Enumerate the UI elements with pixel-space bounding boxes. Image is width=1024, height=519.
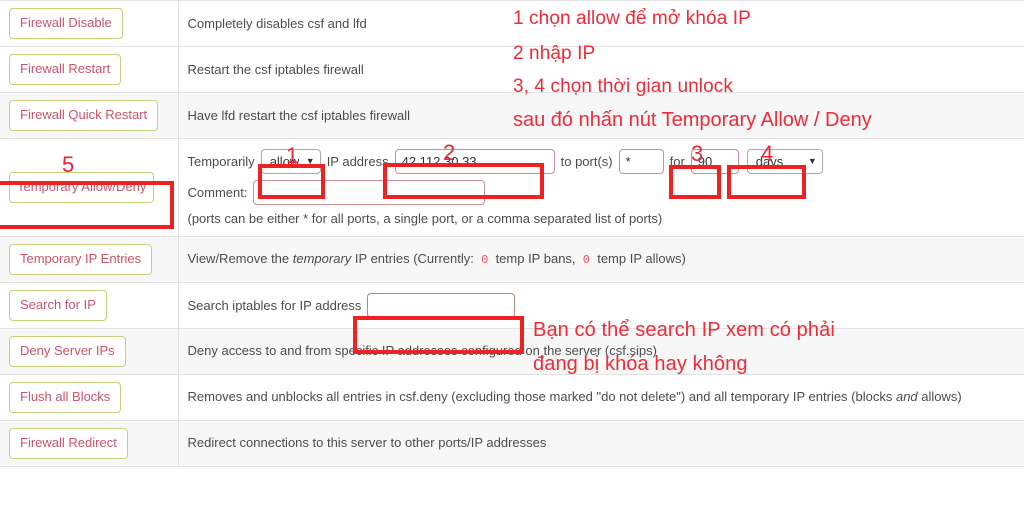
flush-all-blocks-description: Removes and unblocks all entries in csf.… (188, 388, 1015, 406)
search-ip-input[interactable] (367, 292, 516, 318)
firewall-quick-restart-button[interactable]: Firewall Quick Restart (9, 99, 159, 131)
description-cell: Restart the csf iptables firewall (178, 45, 1024, 93)
temp-ip-allows-label: temp IP allows) (597, 251, 686, 267)
firewall-disable-description: Completely disables csf and lfd (187, 15, 367, 31)
description-cell: Removes and unblocks all entries in csf.… (178, 373, 1024, 421)
description-cell: View/Remove the temporary IP entries (Cu… (178, 235, 1024, 283)
button-cell: Firewall Quick Restart (0, 91, 179, 139)
temp-entries-italic: temporary (292, 251, 352, 267)
description-cell: Search iptables for IP address (178, 281, 1024, 329)
button-cell: Temporary IP Entries (0, 235, 179, 283)
temporarily-label: Temporarily (187, 153, 255, 169)
temporary-ip-entries-description: View/Remove the temporary IP entries (Cu… (188, 250, 1015, 268)
description-cell: Deny access to and from specific IP addr… (178, 327, 1024, 375)
comment-input[interactable] (253, 179, 486, 205)
firewall-redirect-button[interactable]: Firewall Redirect (9, 427, 128, 459)
table-row: Firewall Restart Restart the csf iptable… (0, 45, 1024, 93)
button-cell: Firewall Redirect (0, 419, 179, 467)
to-ports-label: to port(s) (560, 153, 613, 169)
for-label: for (669, 153, 685, 169)
temp-ip-allows-count: 0 (582, 253, 590, 268)
flush-all-blocks-button[interactable]: Flush all Blocks (9, 381, 122, 413)
deny-server-ips-description: Deny access to and from specific IP addr… (187, 343, 657, 359)
table-row-temporary-allow-deny: Temporary Allow/Deny Temporarily allow ▼… (0, 137, 1024, 237)
description-cell: Redirect connections to this server to o… (178, 419, 1024, 467)
deny-server-ips-button[interactable]: Deny Server IPs (9, 335, 126, 367)
firewall-restart-description: Restart the csf iptables firewall (187, 61, 364, 77)
button-cell: Search for IP (0, 281, 179, 329)
button-cell: Temporary Allow/Deny (0, 137, 179, 237)
csf-actions-table: Firewall Disable Completely disables csf… (0, 0, 1024, 467)
temp-entries-mid: IP entries (Currently: (351, 251, 474, 267)
table-row: Firewall Redirect Redirect connections t… (0, 419, 1024, 467)
firewall-redirect-description: Redirect connections to this server to o… (187, 435, 547, 451)
duration-input[interactable] (690, 148, 739, 174)
button-cell: Flush all Blocks (0, 373, 179, 421)
ip-address-input[interactable] (394, 148, 555, 174)
table-row: Flush all Blocks Removes and unblocks al… (0, 373, 1024, 421)
flush-italic: and (895, 389, 918, 405)
temp-allow-main-line: Temporarily allow ▼ IP address to port(s… (187, 148, 1015, 174)
action-select-value: allow (269, 153, 300, 169)
description-cell: Completely disables csf and lfd (178, 0, 1024, 47)
temporary-allow-deny-form: Temporarily allow ▼ IP address to port(s… (178, 137, 1024, 237)
flush-part2: allows) (917, 389, 962, 405)
search-ip-line: Search iptables for IP address (187, 292, 1015, 318)
temporary-allow-deny-button[interactable]: Temporary Allow/Deny (9, 171, 155, 203)
temp-ip-bans-label: temp IP bans, (495, 251, 576, 267)
comment-line: Comment: (187, 179, 1015, 205)
duration-unit-value: days (755, 153, 784, 169)
table-row: Temporary IP Entries View/Remove the tem… (0, 235, 1024, 283)
chevron-down-icon: ▼ (305, 155, 315, 166)
description-cell: Have lfd restart the csf iptables firewa… (178, 91, 1024, 139)
temporary-ip-entries-button[interactable]: Temporary IP Entries (9, 243, 153, 275)
flush-part1: Removes and unblocks all entries in csf.… (187, 389, 896, 405)
button-cell: Deny Server IPs (0, 327, 179, 375)
temp-ip-bans-count: 0 (481, 253, 489, 268)
ports-input[interactable] (618, 148, 664, 174)
comment-label: Comment: (187, 184, 248, 200)
search-ip-label: Search iptables for IP address (187, 297, 362, 313)
firewall-restart-button[interactable]: Firewall Restart (9, 53, 122, 85)
table-row: Firewall Quick Restart Have lfd restart … (0, 91, 1024, 139)
firewall-disable-button[interactable]: Firewall Disable (9, 8, 123, 39)
action-select[interactable]: allow ▼ (260, 148, 321, 174)
csf-firewall-panel: Firewall Disable Completely disables csf… (0, 0, 1024, 519)
temp-entries-prefix: View/Remove the (187, 251, 293, 267)
search-for-ip-button[interactable]: Search for IP (9, 289, 107, 321)
ports-hint-text: (ports can be either * for all ports, a … (187, 210, 663, 226)
chevron-down-icon: ▼ (807, 155, 817, 166)
table-row: Deny Server IPs Deny access to and from … (0, 327, 1024, 375)
table-row: Search for IP Search iptables for IP add… (0, 281, 1024, 329)
ip-address-label: IP address (326, 153, 389, 169)
duration-unit-select[interactable]: days ▼ (746, 148, 823, 174)
table-row: Firewall Disable Completely disables csf… (0, 0, 1024, 47)
firewall-quick-restart-description: Have lfd restart the csf iptables firewa… (187, 107, 411, 123)
button-cell: Firewall Disable (0, 0, 179, 47)
button-cell: Firewall Restart (0, 45, 179, 93)
